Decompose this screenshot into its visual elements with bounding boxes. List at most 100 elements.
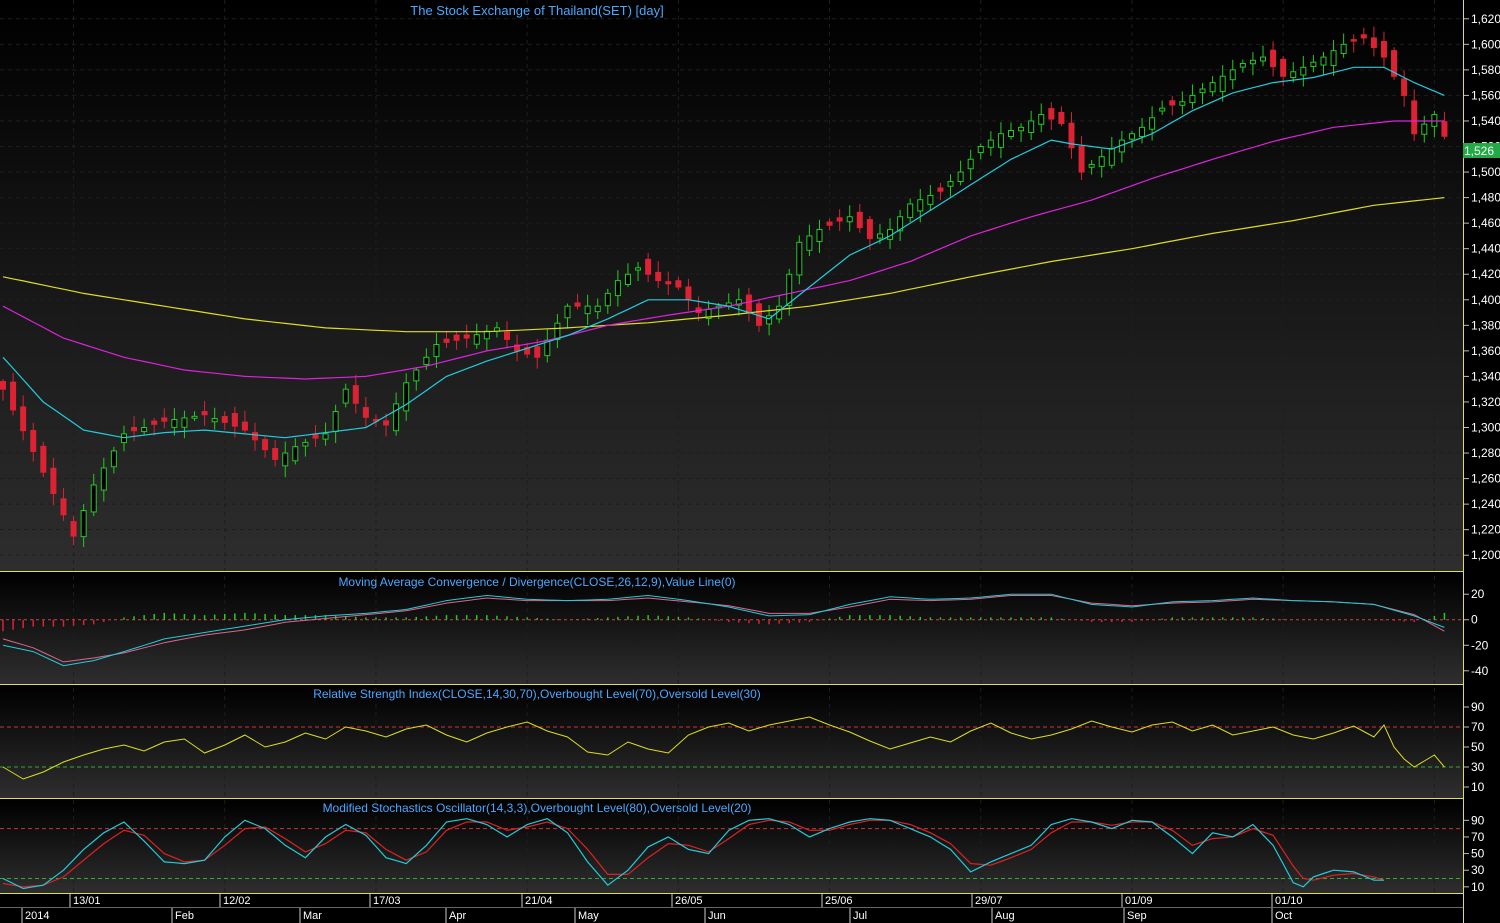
candle-body bbox=[181, 417, 188, 428]
candle-body bbox=[564, 305, 571, 319]
candle-body bbox=[423, 356, 430, 366]
candle-body bbox=[151, 420, 158, 425]
candle-body bbox=[40, 445, 47, 473]
y-tick-label: 1,320 bbox=[1471, 395, 1500, 409]
candle-body bbox=[1320, 56, 1327, 66]
y-tick-label: 1,260 bbox=[1471, 472, 1500, 486]
x-axis-month-label: Mar bbox=[303, 910, 322, 922]
candle-body bbox=[1199, 88, 1206, 94]
candle-body bbox=[534, 346, 541, 358]
chart-window: 1,200 1,220 1,240 1,260 1,280 1,300 1,320 1,340… bbox=[0, 0, 1500, 923]
y-tick-label: -20 bbox=[1471, 638, 1489, 652]
candle-body bbox=[201, 411, 208, 416]
candle-body bbox=[614, 280, 621, 297]
rsi-title: Relative Strength Index(CLOSE,14,30,70),… bbox=[313, 687, 761, 701]
candle-body bbox=[1290, 71, 1297, 79]
candle-body bbox=[1280, 58, 1287, 77]
x-axis-month-label: Jun bbox=[708, 910, 726, 922]
y-tick-label: 1,600 bbox=[1471, 37, 1500, 51]
candle-body bbox=[292, 446, 299, 462]
y-tick-label: 1,400 bbox=[1471, 293, 1500, 307]
y-tick-label: 1,580 bbox=[1471, 63, 1500, 77]
candle-body bbox=[604, 292, 611, 307]
candle-body bbox=[645, 258, 652, 275]
candle-body bbox=[443, 338, 450, 343]
y-tick-label: 70 bbox=[1471, 720, 1485, 734]
y-tick-label: 10 bbox=[1471, 780, 1485, 794]
y-tick-label: 1,300 bbox=[1471, 421, 1500, 435]
y-tick-label: 0 bbox=[1471, 613, 1478, 627]
candle-body bbox=[796, 241, 803, 276]
candle-body bbox=[876, 233, 883, 239]
candle-body bbox=[30, 430, 37, 452]
y-tick-label: 1,280 bbox=[1471, 446, 1500, 460]
candle-body bbox=[1169, 100, 1176, 106]
x-axis-date-label: 12/02 bbox=[223, 895, 251, 907]
candle-body bbox=[826, 221, 833, 226]
candle-body bbox=[1179, 101, 1186, 106]
candle-body bbox=[745, 294, 752, 314]
macd-panel-bg bbox=[0, 573, 1463, 684]
candle-body bbox=[1189, 94, 1196, 104]
y-tick-label: 1,240 bbox=[1471, 497, 1500, 511]
candle-body bbox=[80, 510, 87, 538]
y-tick-label: 50 bbox=[1471, 740, 1485, 754]
candle-body bbox=[594, 305, 601, 313]
y-tick-label: 1,420 bbox=[1471, 267, 1500, 281]
x-axis-date-label: 25/06 bbox=[825, 895, 853, 907]
candle-body bbox=[453, 334, 460, 341]
x-axis-date-label: 26/05 bbox=[675, 895, 703, 907]
candle-body bbox=[665, 281, 672, 285]
candle-body bbox=[1108, 147, 1115, 166]
y-tick-label: 1,440 bbox=[1471, 242, 1500, 256]
y-tick-label: 1,200 bbox=[1471, 548, 1500, 562]
candle-body bbox=[282, 452, 289, 467]
candle-body bbox=[221, 416, 228, 423]
candle-body bbox=[836, 217, 843, 222]
candle-body bbox=[1088, 163, 1095, 168]
x-axis-date-label: 29/07 bbox=[975, 895, 1003, 907]
candle-body bbox=[362, 407, 369, 418]
price-panel-bg bbox=[0, 0, 1463, 571]
candle-body bbox=[1229, 69, 1236, 81]
candle-body bbox=[100, 467, 107, 491]
candle-body bbox=[1038, 114, 1045, 125]
candle-body bbox=[131, 427, 138, 432]
y-tick-label: 1,620 bbox=[1471, 12, 1500, 26]
candle-body bbox=[191, 415, 198, 419]
candle-body bbox=[10, 381, 17, 411]
candle-body bbox=[846, 216, 853, 223]
candle-body bbox=[685, 286, 692, 301]
x-axis-date-label: 13/01 bbox=[73, 895, 101, 907]
x-axis-month-label: May bbox=[578, 910, 599, 922]
candle-body bbox=[1441, 121, 1448, 137]
candle-body bbox=[1008, 130, 1014, 137]
candle-body bbox=[624, 273, 631, 285]
candle-body bbox=[90, 484, 97, 513]
candle-body bbox=[816, 229, 823, 243]
x-axis-date-label: 17/03 bbox=[373, 895, 401, 907]
x-axis-month-label: Sep bbox=[1127, 910, 1147, 922]
candle-body bbox=[1310, 61, 1317, 67]
candle-body bbox=[927, 194, 934, 205]
candle-body bbox=[977, 146, 984, 154]
y-tick-label: 50 bbox=[1471, 847, 1485, 861]
y-tick-label: 20 bbox=[1471, 587, 1485, 601]
candle-body bbox=[1370, 37, 1377, 49]
candle-body bbox=[1411, 100, 1418, 135]
candle-body bbox=[917, 199, 924, 212]
x-axis-month-label: Aug bbox=[995, 910, 1015, 922]
candle-body bbox=[655, 271, 662, 282]
x-axis-date-label: 01/10 bbox=[1275, 895, 1303, 907]
chart-canvas: 1,200 1,220 1,240 1,260 1,280 1,300 1,320 1,340… bbox=[0, 0, 1500, 923]
x-axis-date-label: 01/09 bbox=[1125, 895, 1153, 907]
candle-body bbox=[1139, 126, 1146, 138]
candle-body bbox=[1098, 156, 1105, 167]
y-tick-label: 1,480 bbox=[1471, 191, 1500, 205]
candle-body bbox=[1360, 34, 1367, 39]
candle-body bbox=[342, 388, 349, 404]
candle-body bbox=[383, 420, 390, 426]
last-price-label: 1,526 bbox=[1464, 144, 1494, 158]
candle-body bbox=[1270, 49, 1277, 68]
candle-body bbox=[856, 211, 863, 229]
